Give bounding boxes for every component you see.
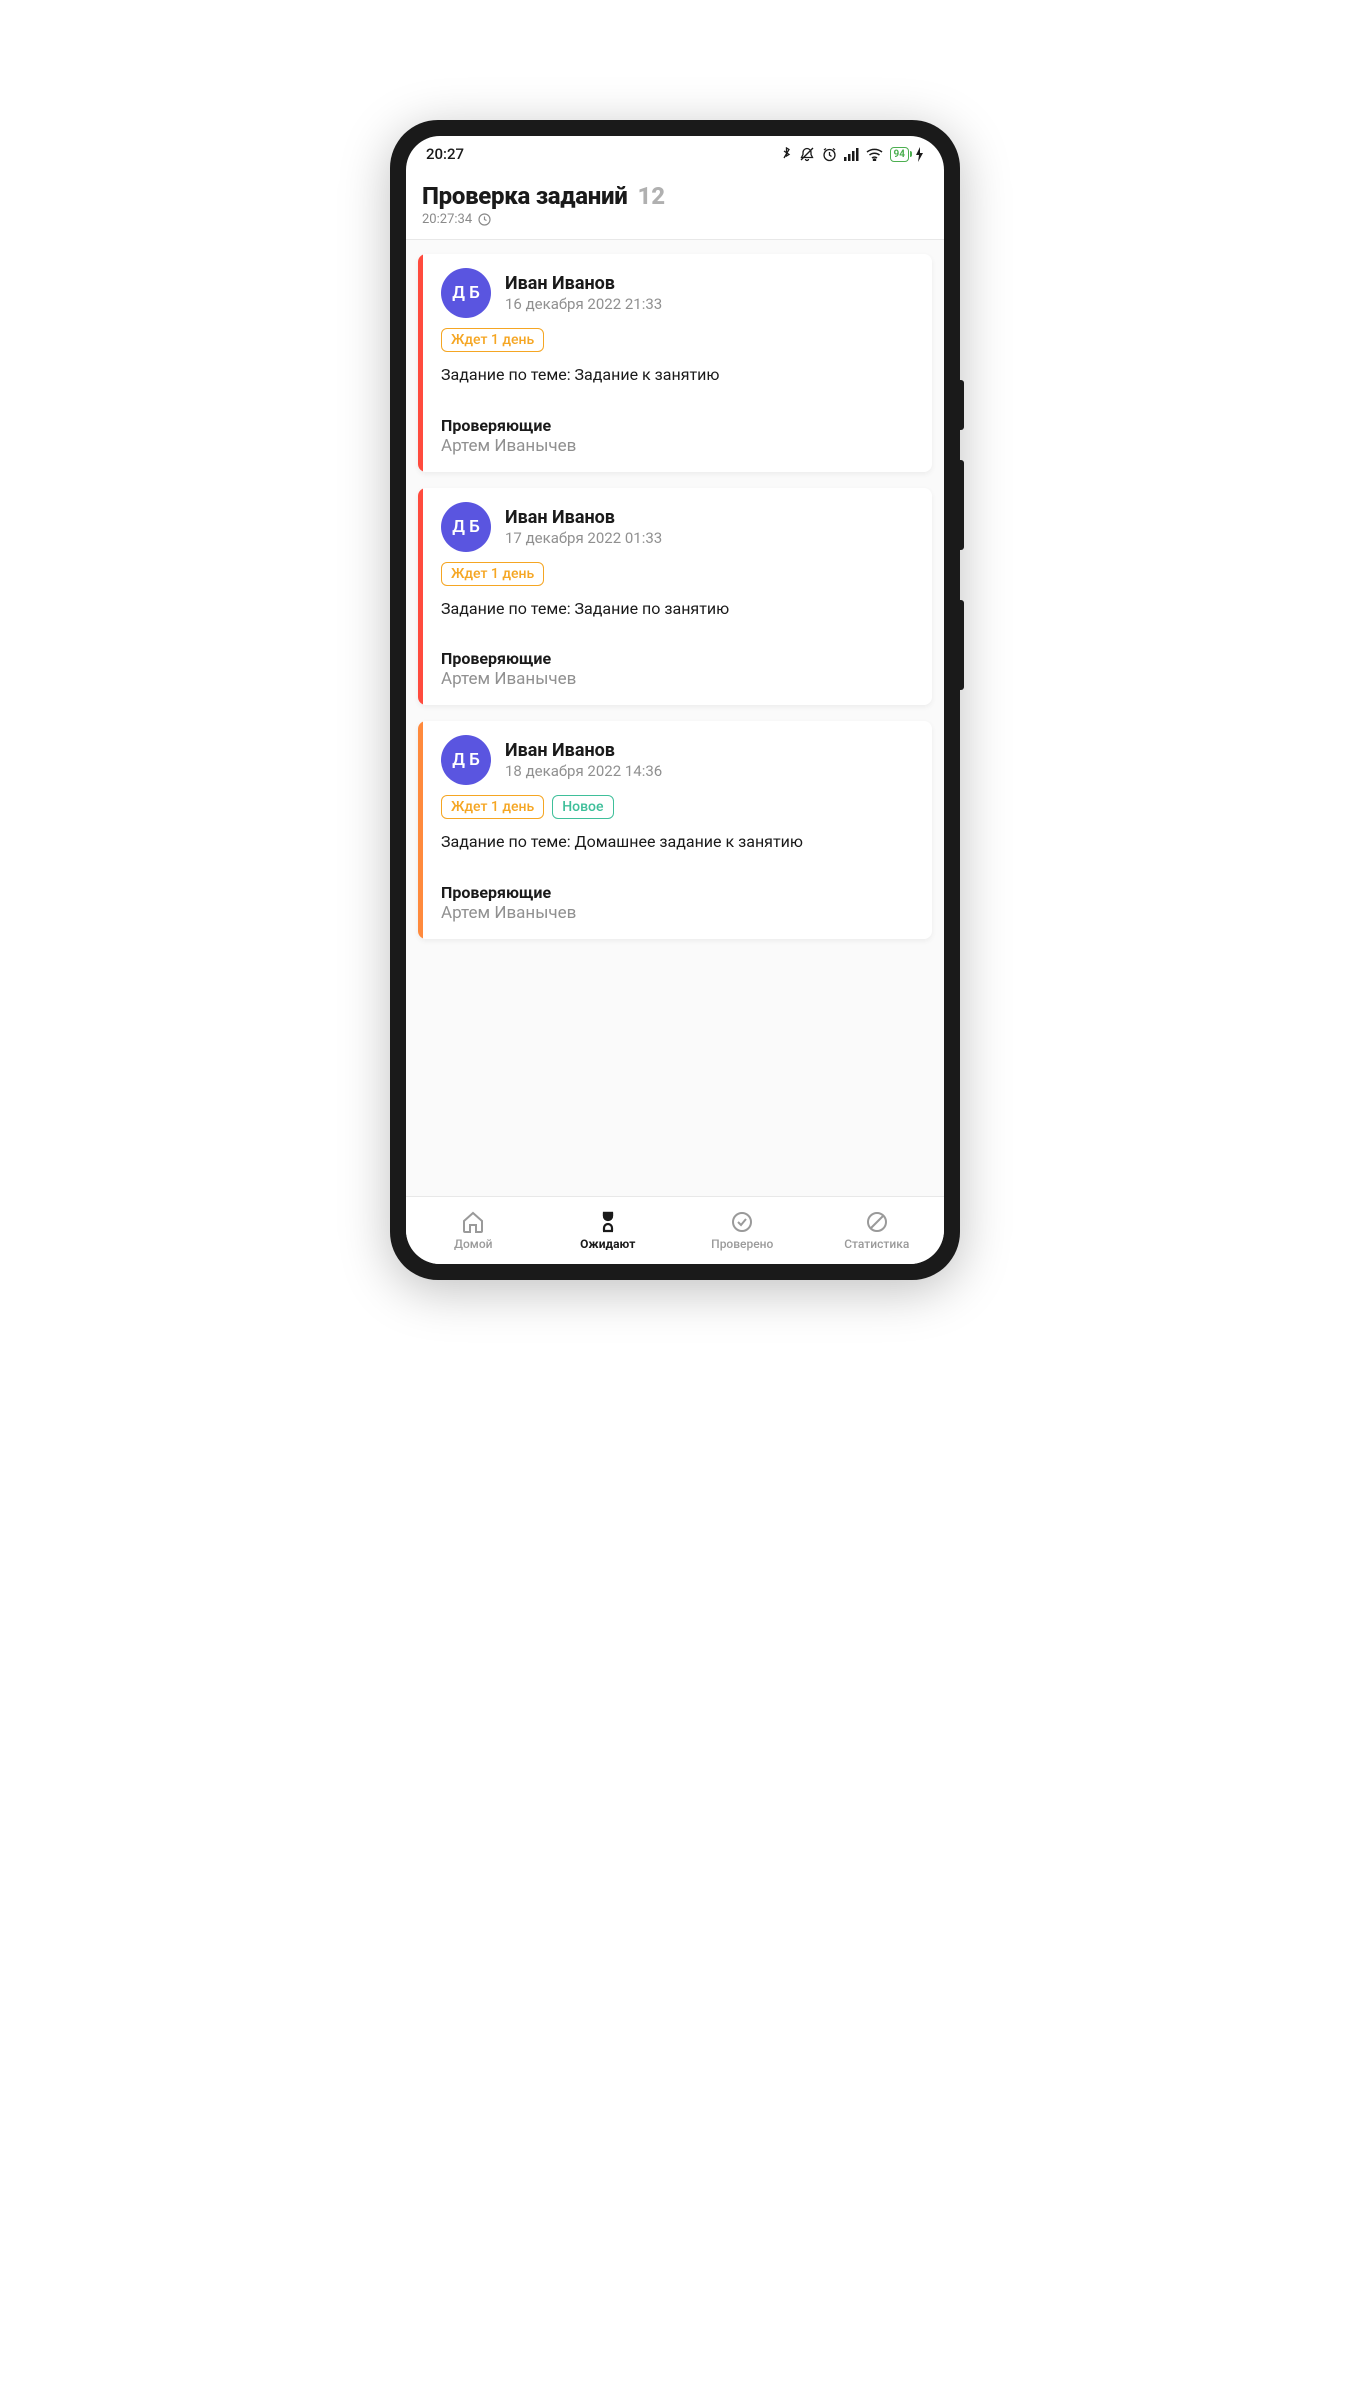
task-topic: Задание по теме: Задание к занятию (441, 364, 916, 386)
reviewers-name: Артем Иванычев (441, 436, 916, 456)
task-card[interactable]: Д Б Иван Иванов17 декабря 2022 01:33 Ждет … (418, 488, 932, 706)
avatar: Д Б (441, 268, 491, 318)
bottom-nav: Домой Ожидают Проверено Статистика (406, 1196, 944, 1264)
wait-badge: Ждет 1 день (441, 562, 544, 586)
reviewers-name: Артем Иванычев (441, 669, 916, 689)
stats-icon (865, 1210, 889, 1234)
page-header: Проверка заданий 12 20:27:34 (406, 172, 944, 240)
task-card[interactable]: Д Б Иван Иванов18 декабря 2022 14:36 Ждет … (418, 721, 932, 939)
reviewers-label: Проверяющие (441, 649, 916, 668)
card-head: Д Б Иван Иванов17 декабря 2022 01:33 (441, 502, 916, 552)
card-body: Д Б Иван Иванов17 декабря 2022 01:33 Ждет … (423, 488, 932, 706)
nav-pending-label: Ожидают (580, 1237, 635, 1251)
card-head: Д Б Иван Иванов16 декабря 2022 21:33 (441, 268, 916, 318)
signal-icon (844, 148, 859, 161)
student-name: Иван Иванов (505, 507, 916, 528)
task-topic: Задание по теме: Задание по занятию (441, 598, 916, 620)
reviewers-name: Артем Иванычев (441, 903, 916, 923)
wait-badge: Ждет 1 день (441, 328, 544, 352)
card-body: Д Б Иван Иванов16 декабря 2022 21:33 Ждет … (423, 254, 932, 472)
header-title-row: Проверка заданий 12 (422, 182, 928, 210)
battery-icon: 94 (890, 147, 909, 162)
submit-date: 16 декабря 2022 21:33 (505, 295, 916, 313)
home-icon (461, 1210, 485, 1234)
card-body: Д Б Иван Иванов18 декабря 2022 14:36 Ждет … (423, 721, 932, 939)
check-circle-icon (730, 1210, 754, 1234)
badges: Ждет 1 день Новое (441, 795, 916, 819)
nav-home[interactable]: Домой (406, 1197, 541, 1264)
reviewers-label: Проверяющие (441, 416, 916, 435)
nav-stats[interactable]: Статистика (810, 1197, 945, 1264)
battery-level: 94 (894, 149, 905, 160)
card-head-text: Иван Иванов17 декабря 2022 01:33 (505, 507, 916, 547)
avatar: Д Б (441, 502, 491, 552)
nav-checked-label: Проверено (711, 1237, 773, 1251)
nav-home-label: Домой (454, 1237, 492, 1251)
alarm-icon (822, 147, 837, 162)
new-badge: Новое (552, 795, 613, 819)
nav-pending[interactable]: Ожидают (541, 1197, 676, 1264)
wait-badge: Ждет 1 день (441, 795, 544, 819)
side-button (960, 380, 964, 430)
task-card[interactable]: Д Б Иван Иванов16 декабря 2022 21:33 Ждет … (418, 254, 932, 472)
phone-frame: 20:27 94 Проверка заданий 12 20:27:34 Д … (390, 120, 960, 1280)
card-head-text: Иван Иванов16 декабря 2022 21:33 (505, 273, 916, 313)
submit-date: 18 декабря 2022 14:36 (505, 762, 916, 780)
card-head: Д Б Иван Иванов18 декабря 2022 14:36 (441, 735, 916, 785)
phone-screen: 20:27 94 Проверка заданий 12 20:27:34 Д … (406, 136, 944, 1264)
badges: Ждет 1 день (441, 562, 916, 586)
task-list[interactable]: Д БИван Иванов16 декабря 2022 21:33Ждет … (406, 240, 944, 1196)
card-head-text: Иван Иванов18 декабря 2022 14:36 (505, 740, 916, 780)
nav-checked[interactable]: Проверено (675, 1197, 810, 1264)
charging-icon (916, 147, 924, 162)
submit-date: 17 декабря 2022 01:33 (505, 529, 916, 547)
wifi-icon (866, 148, 883, 161)
status-bar: 20:27 94 (406, 136, 944, 172)
task-topic: Задание по теме: Домашнее задание к заня… (441, 831, 916, 853)
avatar: Д Б (441, 735, 491, 785)
status-icons: 94 (781, 147, 924, 162)
bluetooth-icon (781, 147, 792, 162)
page-count: 12 (637, 182, 665, 210)
reviewers-label: Проверяющие (441, 883, 916, 902)
side-button (960, 460, 964, 550)
nav-stats-label: Статистика (844, 1237, 909, 1251)
badges: Ждет 1 день (441, 328, 916, 352)
side-button (960, 600, 964, 690)
hourglass-icon (596, 1210, 620, 1234)
header-time-text: 20:27:34 (422, 212, 472, 227)
status-time: 20:27 (426, 145, 464, 163)
student-name: Иван Иванов (505, 273, 916, 294)
mute-icon (799, 147, 815, 162)
clock-icon (478, 213, 491, 226)
page-title: Проверка заданий (422, 182, 627, 210)
student-name: Иван Иванов (505, 740, 916, 761)
header-timestamp: 20:27:34 (422, 212, 928, 227)
